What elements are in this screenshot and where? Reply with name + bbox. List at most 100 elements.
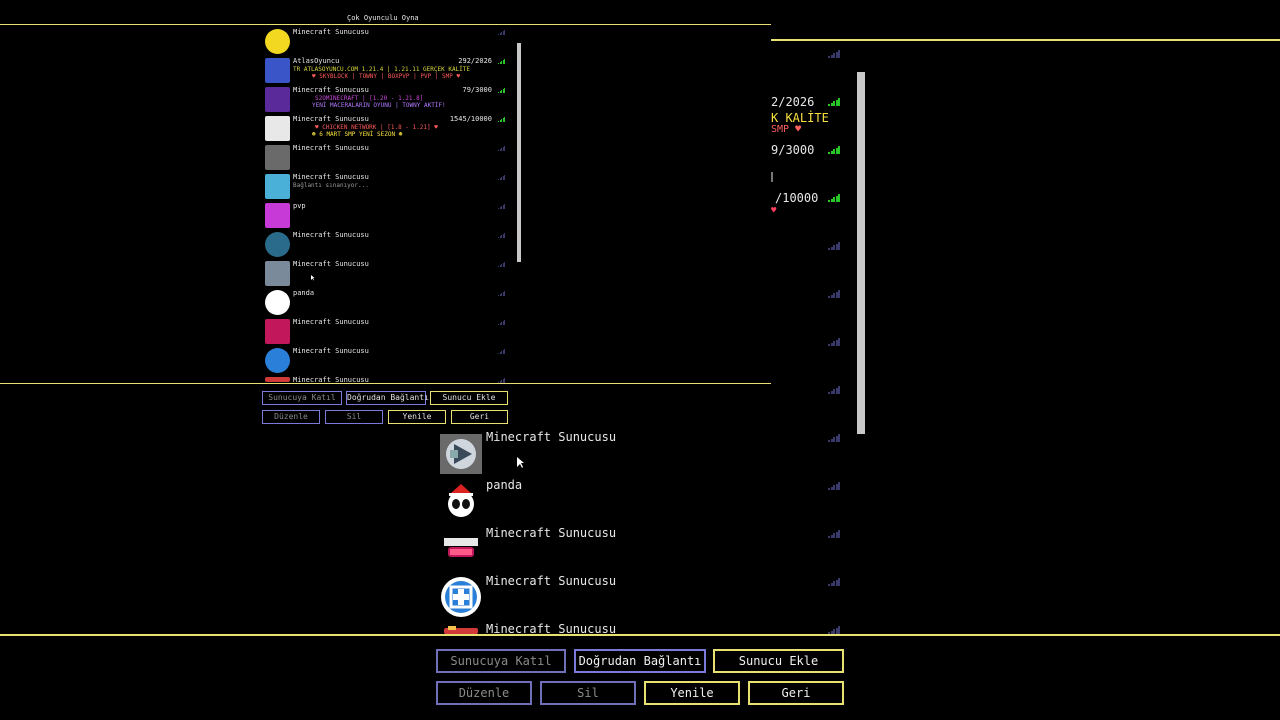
screen-title: Çok Oyunculu Oyna (347, 14, 419, 22)
play-arrow-icon (446, 439, 476, 469)
server-name[interactable]: Minecraft Sunucusu (293, 173, 369, 181)
dragon-icon (265, 174, 290, 199)
small-delete-button[interactable]: Sil (325, 410, 383, 424)
signal-strength-icon (828, 386, 840, 394)
server-motd: ♥ SKYBLOCK | TOWNY | BOXPVP | PVP | SMP … (312, 73, 461, 80)
signal-strength-icon (498, 174, 506, 180)
trpvp-logo-icon (265, 319, 290, 344)
signal-strength-icon (498, 319, 506, 325)
player-count-fragment: /10000 (775, 191, 819, 205)
server-motd: ♥ CHICKEN NETWORK | [1.8 - 1.21] ♥ (315, 124, 438, 131)
server-motd: ☻ 6 MART SMP YENİ SEZON ☻ (312, 131, 403, 138)
server-name[interactable]: Minecraft Sunucusu (293, 231, 369, 239)
separator-bottom (0, 634, 1280, 636)
trpvp-logo-icon (444, 538, 478, 557)
signal-strength-icon (828, 98, 840, 106)
small-edit-button[interactable]: Düzenle (262, 410, 320, 424)
signal-strength-icon (498, 116, 506, 122)
server-name[interactable]: Minecraft Sunucusu (293, 28, 369, 36)
refresh-button[interactable]: Yenile (644, 681, 740, 705)
server-name[interactable]: Minecraft Sunucusu (293, 86, 369, 94)
server-name[interactable]: AtlasOyuncu (293, 57, 339, 65)
signal-strength-icon (498, 145, 506, 151)
separator-top-right (771, 39, 1280, 41)
mouse-cursor-icon (517, 457, 524, 468)
signal-strength-icon (828, 530, 840, 538)
delete-button[interactable]: Sil (540, 681, 636, 705)
back-button[interactable]: Geri (748, 681, 844, 705)
landscape-icon (265, 145, 290, 170)
small-scrollbar-thumb[interactable] (517, 43, 521, 262)
player-count: 1545/10000 (449, 115, 492, 123)
server-motd: TR ATLASOYUNCU.COM 1.21.4 | 1.21.11 GERÇ… (293, 66, 471, 73)
server-name: Minecraft Sunucusu (486, 430, 617, 444)
signal-strength-icon (828, 242, 840, 250)
signal-strength-icon (498, 348, 506, 354)
signal-strength-icon (498, 377, 506, 383)
signal-strength-icon (828, 290, 840, 298)
server-motd: S2OMINECRAFT | [1.20 - 1.21.8] (315, 95, 424, 102)
add-server-button[interactable]: Sunucu Ekle (713, 649, 844, 673)
red-logo-icon (444, 626, 478, 634)
purple-mask-icon (265, 87, 290, 112)
blue-cross-icon (265, 348, 290, 373)
mr-logo-icon (265, 232, 290, 257)
signal-strength-icon (828, 482, 840, 490)
direct-connect-button[interactable]: Doğrudan Bağlantı (574, 649, 706, 673)
small-screen-panel (0, 0, 771, 385)
signal-strength-icon (828, 338, 840, 346)
heart-fragment: ♥ (771, 206, 777, 216)
signal-strength-icon (498, 290, 506, 296)
motd-fragment-2: SMP ♥ (771, 124, 802, 135)
player-count-fragment: 9/3000 (771, 143, 815, 157)
server-name[interactable]: Minecraft Sunucusu (293, 115, 369, 123)
player-count: 292/2026 (458, 57, 492, 65)
server-motd: Bağlantı sınanıyor... (293, 182, 369, 189)
server-name[interactable]: Minecraft Sunucusu (293, 260, 369, 268)
small-back-button[interactable]: Geri (451, 410, 508, 424)
signal-strength-icon (828, 194, 840, 202)
signal-strength-icon (828, 50, 840, 58)
edit-button[interactable]: Düzenle (436, 681, 532, 705)
server-name: Minecraft Sunucusu (486, 622, 617, 636)
atlas-shield-icon (265, 58, 290, 83)
panda-icon (448, 484, 474, 517)
small-add-server-button[interactable]: Sunucu Ekle (430, 391, 508, 405)
server-name[interactable]: panda (293, 289, 314, 297)
server-name[interactable]: pvp (293, 202, 306, 210)
chicken-icon (265, 116, 290, 141)
pvp-logo-icon (265, 203, 290, 228)
signal-strength-icon (828, 578, 840, 586)
panda-icon (265, 290, 290, 315)
server-motd: YENİ MACERALARIN OYUNU | TOWNY AKTİF! (312, 102, 446, 109)
signal-strength-icon (498, 29, 506, 35)
small-separator-top (0, 24, 771, 25)
signal-strength-icon (498, 87, 506, 93)
blue-cross-icon (441, 577, 481, 617)
server-name[interactable]: Minecraft Sunucusu (293, 144, 369, 152)
red-logo-icon (265, 377, 290, 382)
server-name[interactable]: Minecraft Sunucusu (293, 376, 369, 384)
small-direct-connect-button[interactable]: Doğrudan Bağlantı (346, 391, 429, 405)
signal-strength-icon (828, 626, 840, 634)
player-count: 79/3000 (462, 86, 492, 94)
server-name: Minecraft Sunucusu (486, 526, 617, 540)
signal-strength-icon (498, 261, 506, 267)
scrollbar-thumb[interactable] (857, 72, 865, 434)
play-arrow-icon (265, 261, 290, 286)
server-name[interactable]: Minecraft Sunucusu (293, 318, 369, 326)
yellow-face-icon (265, 29, 290, 54)
player-count-fragment: 2/2026 (771, 95, 815, 109)
signal-strength-icon (498, 203, 506, 209)
server-name: panda (486, 478, 523, 492)
signal-strength-icon (828, 146, 840, 154)
signal-strength-icon (498, 58, 506, 64)
small-refresh-button[interactable]: Yenile (388, 410, 446, 424)
server-name: Minecraft Sunucusu (486, 574, 617, 588)
server-name[interactable]: Minecraft Sunucusu (293, 347, 369, 355)
small-separator-bottom (0, 383, 771, 384)
small-join-server-button[interactable]: Sunucuya Katıl (262, 391, 342, 405)
join-server-button[interactable]: Sunucuya Katıl (436, 649, 566, 673)
text-cursor-fragment (771, 172, 773, 182)
signal-strength-icon (828, 434, 840, 442)
